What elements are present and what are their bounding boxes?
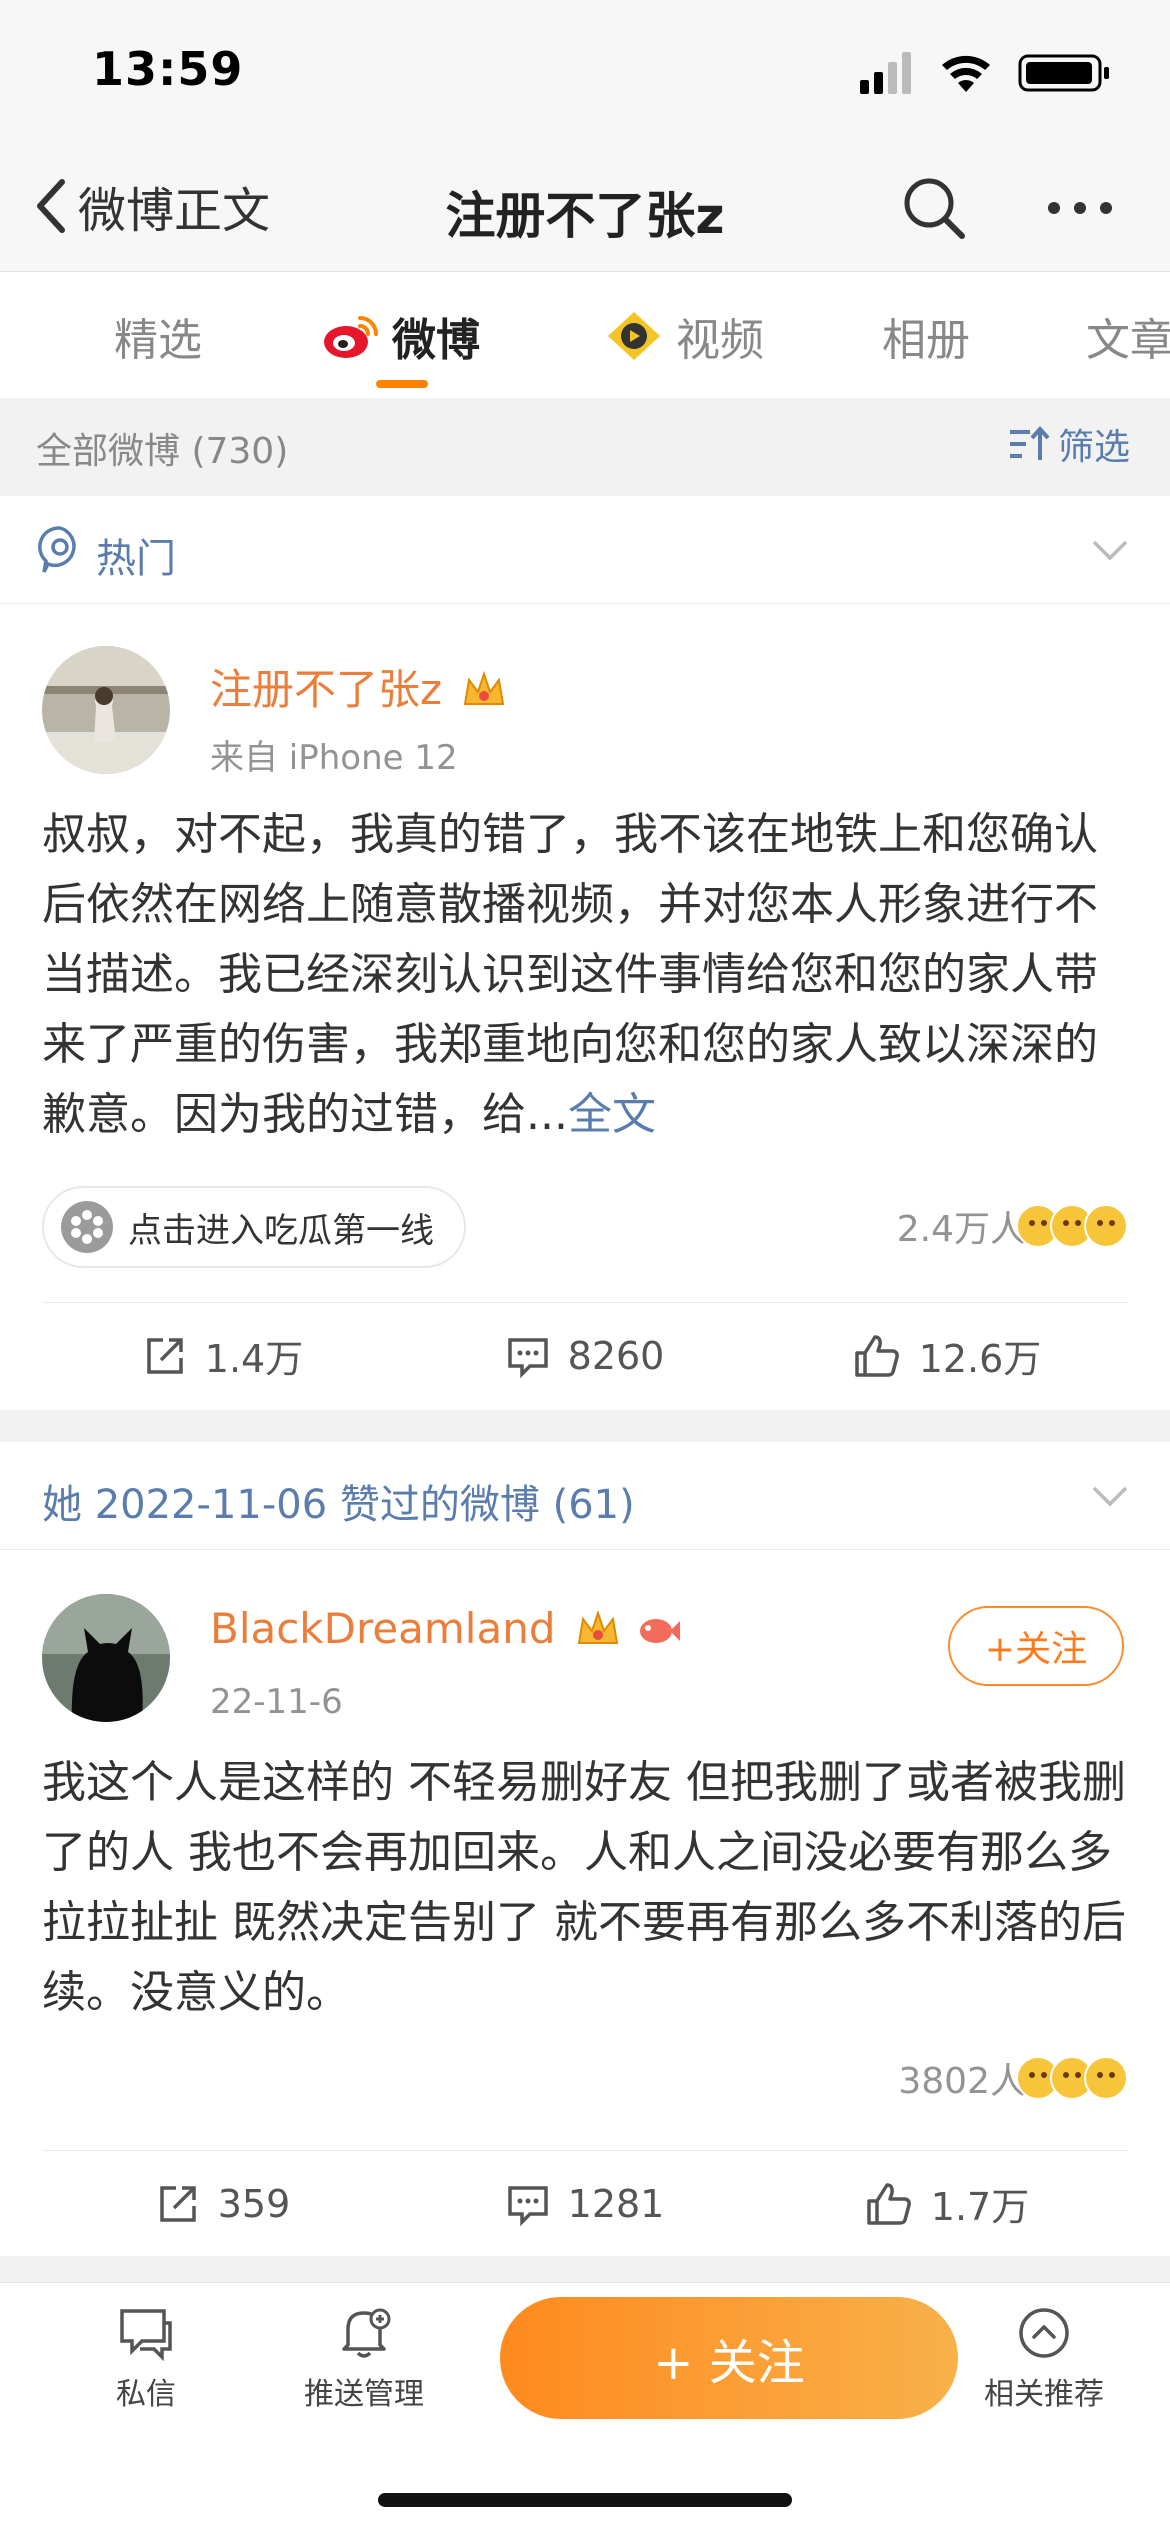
filter-bar: 全部微博 (730) 筛选 (0, 398, 1170, 494)
repost-icon (159, 2185, 196, 2222)
signal-icon (860, 52, 911, 94)
post-actions: 1.4万 8260 12.6万 (42, 1302, 1128, 1408)
status-time: 13:59 (92, 42, 244, 96)
wink-emoji-icon (1084, 1204, 1128, 1248)
liked-post-card: 她 2022-11-06 赞过的微博 (61) BlackDreamland 2… (0, 1442, 1170, 2256)
like-button[interactable]: 12.6万 (766, 1303, 1128, 1408)
message-icon (120, 2309, 172, 2362)
post-actions: 359 1281 1.7万 (42, 2150, 1128, 2256)
tab-weibo[interactable]: 微博 (322, 296, 480, 376)
repost-button[interactable]: 359 (42, 2151, 404, 2256)
search-icon[interactable] (898, 172, 970, 244)
like-button[interactable]: 1.7万 (766, 2151, 1128, 2256)
crown-badge-icon (577, 1609, 619, 1644)
follow-button[interactable]: + 关注 (500, 2297, 958, 2419)
comment-button[interactable]: 1281 (404, 2151, 766, 2256)
tab-featured[interactable]: 精选 (114, 296, 202, 376)
hot-post-card: 热门 注册不了张z 来自 iPhone 12 叔叔，对不起，我真的错了，我不该在… (0, 496, 1170, 1410)
post-source: 来自 iPhone 12 (210, 738, 458, 778)
avatar-photo (42, 646, 170, 774)
active-tab-indicator (376, 380, 428, 388)
home-indicator (378, 2493, 792, 2507)
avatar[interactable] (42, 646, 170, 774)
thumbs-up-icon (867, 2182, 911, 2225)
repost-icon (147, 1337, 183, 1374)
chevron-down-icon[interactable] (1090, 534, 1130, 564)
related-recommend-button[interactable]: 相关推荐 (964, 2305, 1124, 2413)
tab-article[interactable]: 文章 (1086, 296, 1170, 376)
reaction-summary[interactable]: 3802人 (898, 2052, 1128, 2104)
filter-icon (1009, 425, 1050, 460)
push-settings-button[interactable]: 推送管理 (284, 2305, 444, 2413)
status-bar: 13:59 (0, 0, 1170, 140)
fish-badge-icon (640, 1619, 681, 1643)
messages-button[interactable]: 私信 (66, 2305, 226, 2413)
follow-user-button[interactable]: +关注 (948, 1606, 1124, 1686)
crown-badge-icon (464, 670, 505, 705)
topic-pill[interactable]: 点击进入吃瓜第一线 (42, 1186, 466, 1268)
username[interactable]: BlackDreamland (210, 1604, 682, 1653)
post-text: 叔叔，对不起，我真的错了，我不该在地铁上和您确认后依然在网络上随意散播视频，并对… (42, 809, 1098, 1140)
chevron-down-icon[interactable] (1090, 1480, 1130, 1510)
more-icon[interactable] (1040, 172, 1120, 244)
comment-button[interactable]: 8260 (404, 1303, 766, 1408)
chevron-left-icon (37, 179, 65, 233)
avatar[interactable] (42, 1594, 170, 1722)
surprised-emoji-icon (1084, 2056, 1128, 2100)
topic-icon (61, 1201, 113, 1253)
comment-icon (507, 2185, 548, 2226)
status-icons (860, 52, 1109, 94)
thumbs-up-icon (854, 1334, 899, 1377)
chevron-up-circle-icon (1019, 2308, 1069, 2358)
bell-icon (342, 2308, 391, 2358)
comment-icon (507, 1337, 548, 1378)
repost-button[interactable]: 1.4万 (42, 1303, 404, 1408)
hot-section-title: 热门 (96, 536, 176, 582)
reaction-summary[interactable]: 2.4万人 (897, 1200, 1128, 1252)
liked-section-title: 她 2022-11-06 赞过的微博 (61) (42, 1482, 635, 1528)
video-icon (608, 312, 660, 360)
back-button[interactable]: 微博正文 (32, 170, 270, 242)
post-date: 22-11-6 (210, 1682, 343, 1722)
hot-section-header: 热门 (0, 496, 1170, 604)
profile-tabs: 精选 微博 视频 相册 文章 (0, 272, 1170, 398)
hot-icon (38, 526, 76, 573)
post-count: 全部微博 (730) (36, 431, 289, 472)
wifi-icon (942, 55, 990, 92)
full-text-link[interactable]: 全文 (568, 1089, 656, 1140)
filter-button[interactable]: 筛选 (1008, 418, 1130, 470)
tab-video[interactable]: 视频 (604, 296, 764, 376)
liked-section-header: 她 2022-11-06 赞过的微博 (61) (0, 1442, 1170, 1550)
weibo-logo-icon (324, 316, 378, 358)
back-label: 微博正文 (78, 183, 271, 239)
battery-icon (1018, 54, 1109, 92)
post-text: 我这个人是这样的 不轻易删好友 但把我删了或者被我删了的人 我也不会再加回来。人… (42, 1757, 1126, 2018)
username[interactable]: 注册不了张z (210, 656, 507, 717)
tab-album[interactable]: 相册 (882, 296, 970, 376)
avatar-photo (42, 1594, 170, 1722)
nav-bar: 微博正文 注册不了张z (0, 140, 1170, 272)
bottom-bar: 私信 推送管理 + 关注 相关推荐 (0, 2282, 1170, 2532)
